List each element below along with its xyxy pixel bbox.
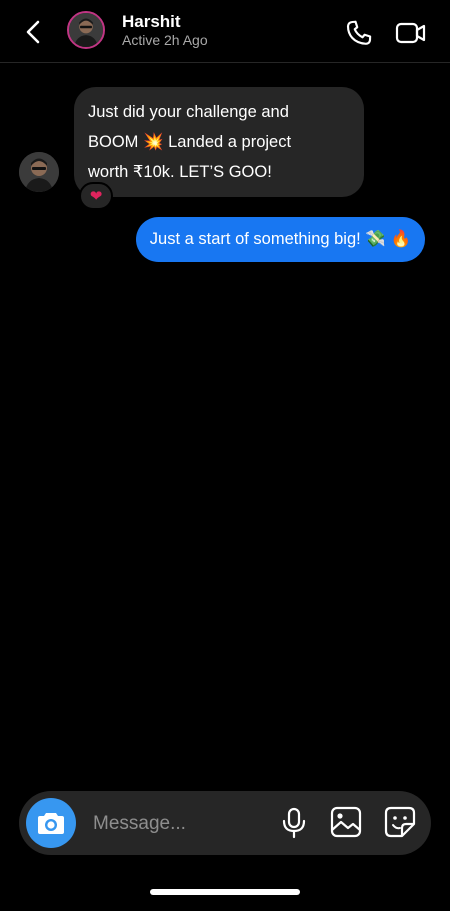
video-camera-icon[interactable]	[395, 20, 427, 46]
phone-icon[interactable]	[344, 18, 374, 48]
avatar-image	[69, 13, 103, 47]
avatar[interactable]	[67, 11, 105, 49]
chat-header: Harshit Active 2h Ago	[0, 0, 450, 63]
outgoing-message-bubble[interactable]: Just a start of something big! 💸 🔥	[135, 217, 425, 262]
sticker-icon[interactable]	[383, 805, 417, 839]
active-status: Active 2h Ago	[122, 32, 208, 48]
message-text: Just a start of something big! 💸 🔥	[149, 230, 411, 248]
camera-icon	[38, 813, 64, 834]
message-input[interactable]	[91, 809, 265, 839]
camera-button[interactable]	[26, 798, 76, 848]
heart-reaction[interactable]: ❤	[79, 182, 113, 210]
back-icon[interactable]	[22, 18, 46, 46]
home-indicator	[150, 889, 300, 895]
message-line: BOOM 💥 Landed a project	[88, 133, 292, 151]
message-composer	[19, 791, 431, 855]
sender-avatar-image	[19, 152, 59, 192]
contact-name[interactable]: Harshit	[122, 12, 181, 32]
microphone-icon[interactable]	[281, 807, 307, 839]
message-line: Just did your challenge and	[88, 103, 289, 121]
incoming-message-bubble[interactable]: Just did your challenge and BOOM 💥 Lande…	[74, 87, 364, 197]
sender-avatar[interactable]	[19, 152, 59, 192]
message-line: worth ₹10k. LET’S GOO!	[88, 163, 272, 181]
gallery-icon[interactable]	[329, 805, 363, 839]
